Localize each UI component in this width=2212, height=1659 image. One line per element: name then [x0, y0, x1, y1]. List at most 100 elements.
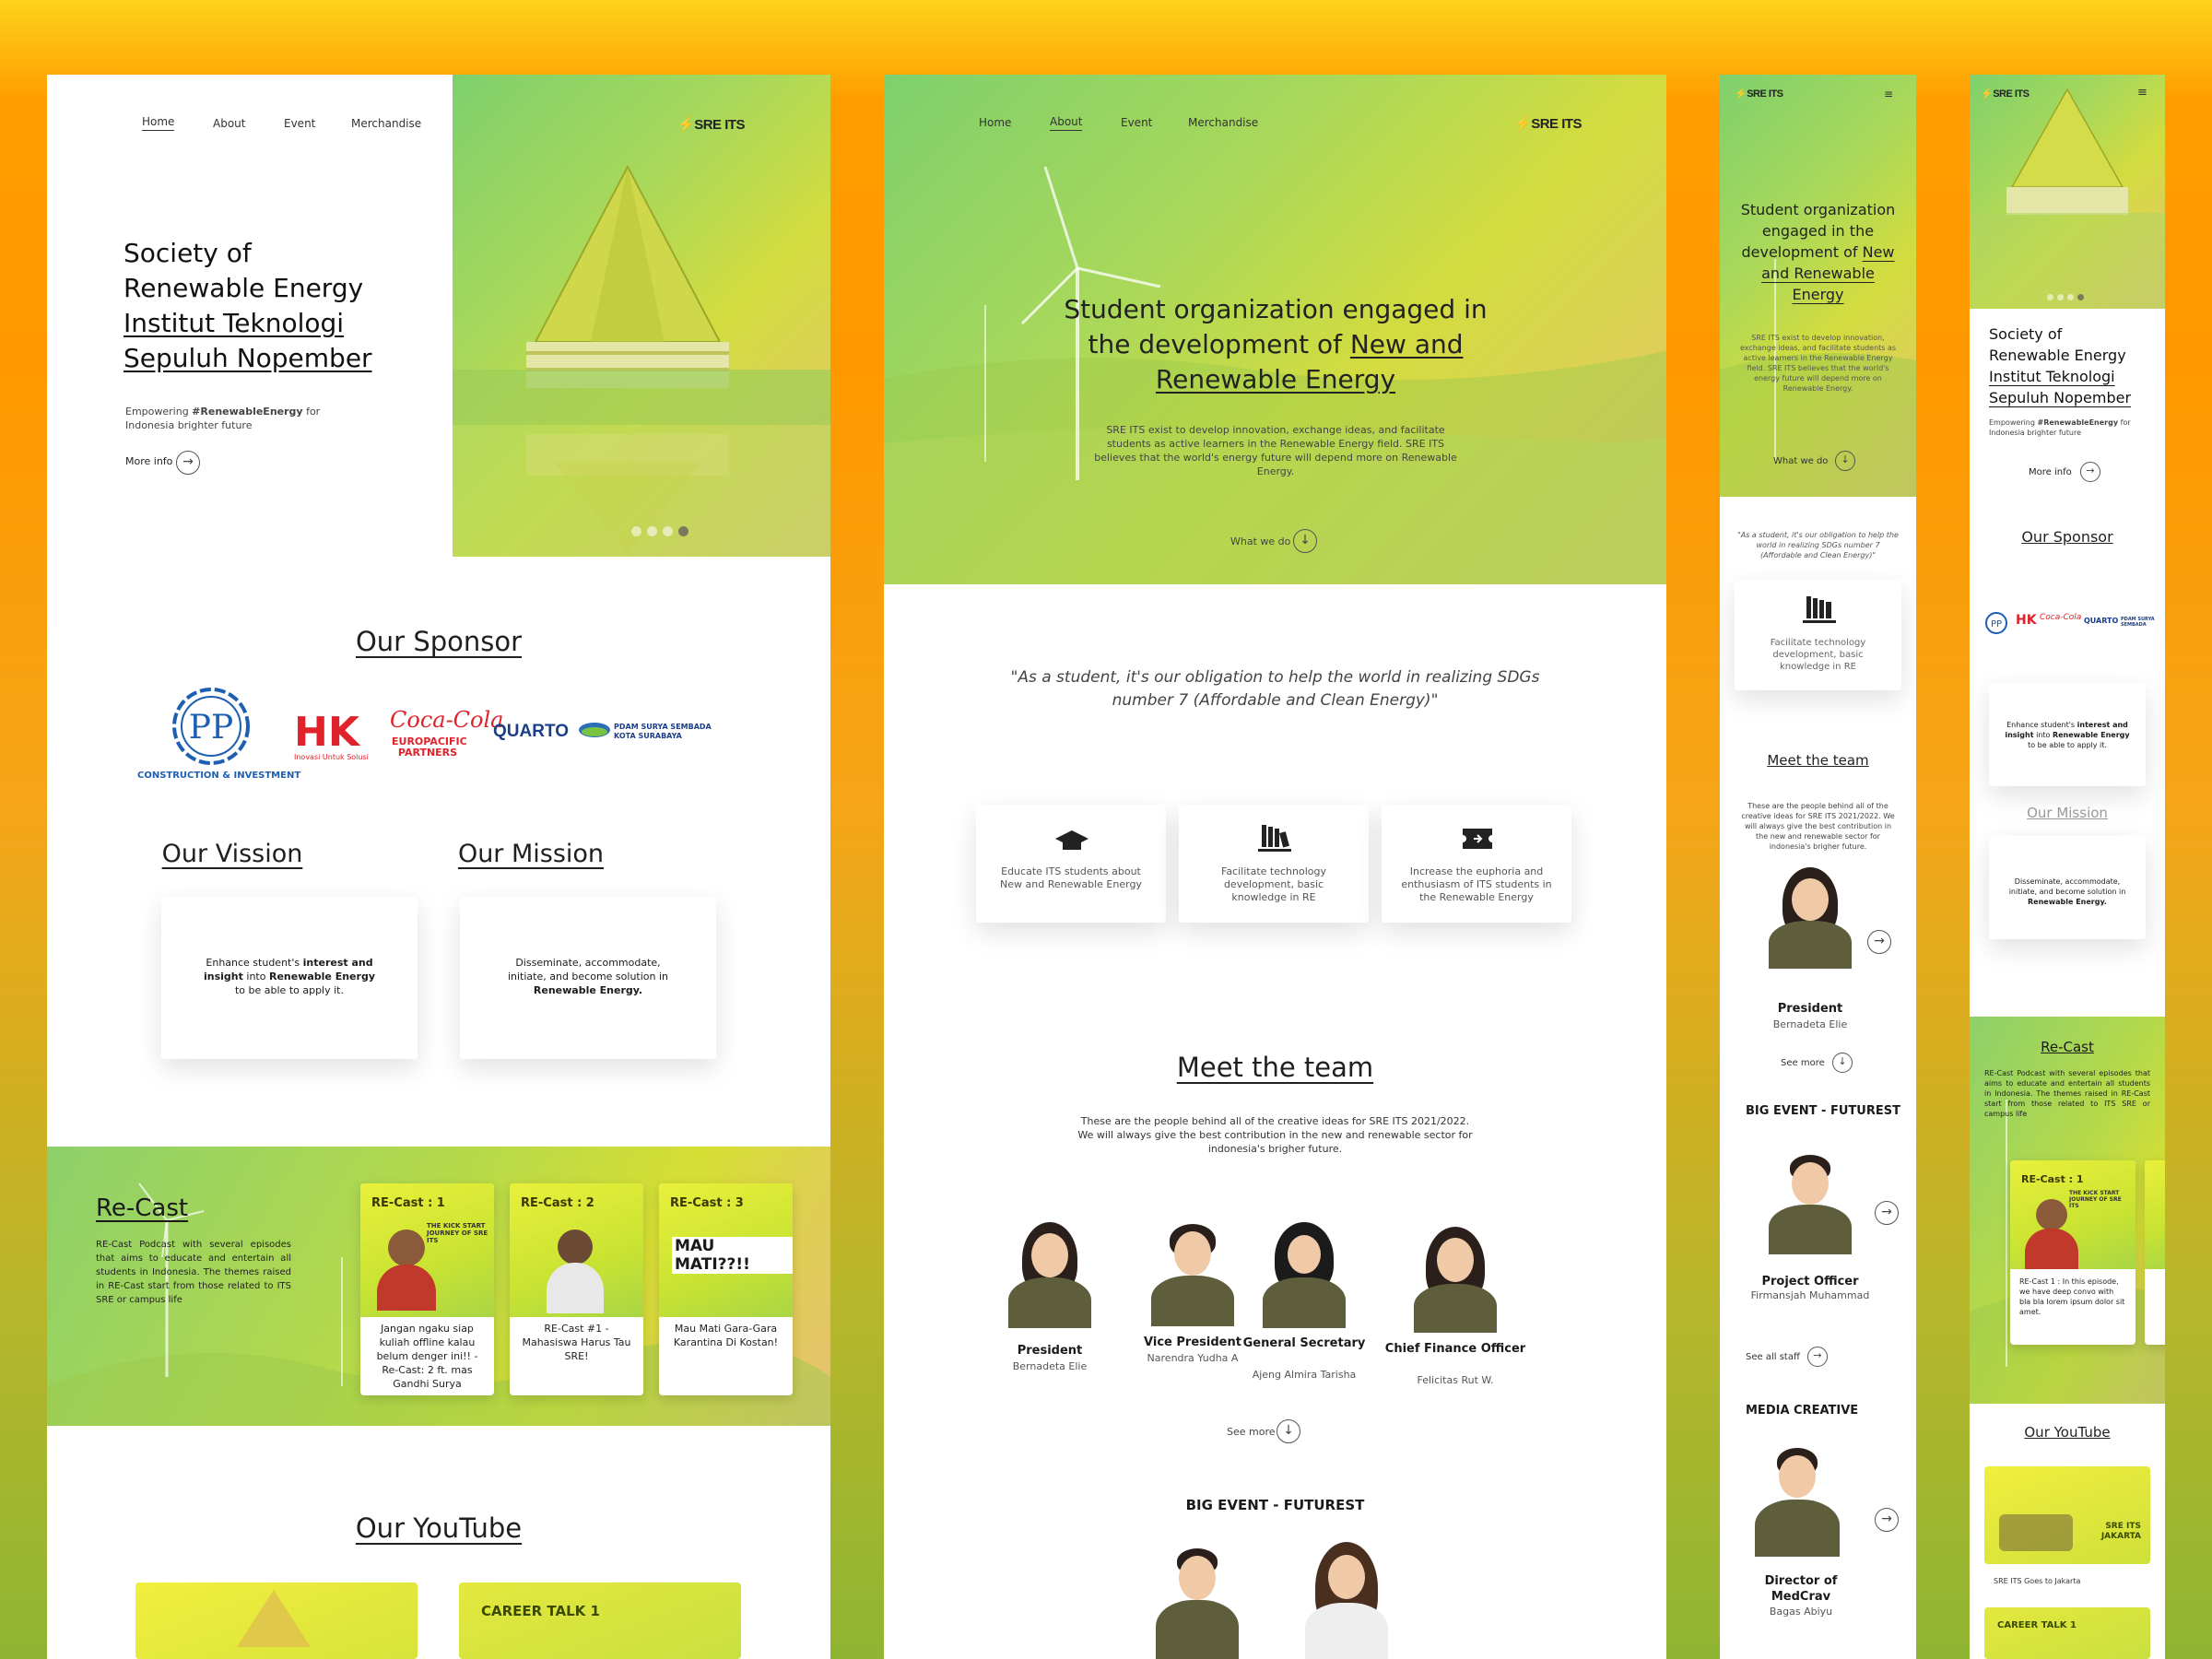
- recast-card-3-text: Mau Mati Gara-Gara Karantina Di Kostan!: [673, 1323, 779, 1348]
- carousel-dot-4-active[interactable]: [2077, 294, 2084, 300]
- mission-card: Disseminate, accommodate, initiate, and …: [460, 897, 716, 1059]
- arrow-right-icon[interactable]: →: [2080, 462, 2100, 482]
- mobile-youtube-caption: SRE ITS Goes to Jakarta: [1994, 1577, 2081, 1585]
- mobile-recast-title: Re-Cast: [2041, 1039, 2094, 1055]
- arrow-right-icon[interactable]: →: [1875, 1201, 1899, 1225]
- mobile-sponsor-title: Our Sponsor: [2021, 528, 2113, 546]
- nav-home[interactable]: Home: [979, 116, 1011, 129]
- mobile-about-headline: Student organization engaged in the deve…: [1740, 201, 1896, 303]
- mission-title: Our Mission: [457, 840, 605, 868]
- hk-logo: HK: [2016, 613, 2037, 628]
- career-talk-label: CAREER TALK 1: [481, 1603, 600, 1619]
- mobile-career-talk-label: CAREER TALK 1: [1997, 1620, 2077, 1630]
- recast-section: Re-Cast RE-Cast Podcast with several epi…: [47, 1147, 830, 1426]
- see-more-link[interactable]: See more: [1227, 1426, 1276, 1438]
- host-shirt: [377, 1265, 436, 1311]
- president-role: President: [1017, 1344, 1083, 1358]
- more-info-link[interactable]: More info: [125, 455, 172, 467]
- quarto-logo: QUARTO: [2084, 617, 2119, 625]
- hk-caption: Inovasi Untuk Solusi: [294, 753, 369, 761]
- feature-text-facilitate: Facilitate technology development, basic…: [1221, 865, 1326, 903]
- building-thumbnail-icon: [237, 1590, 311, 1647]
- carousel-dot-1[interactable]: [2047, 294, 2053, 300]
- vice-president-photo: [1147, 1222, 1239, 1328]
- carousel-dot-2[interactable]: [647, 526, 657, 536]
- general-secretary-name: Ajeng Almira Tarisha: [1252, 1369, 1357, 1381]
- recast-card-1-text: Jangan ngaku siap kuliah offline kalau b…: [376, 1323, 478, 1390]
- nav-event[interactable]: Event: [284, 117, 315, 130]
- nav-home[interactable]: Home: [142, 115, 175, 131]
- mobile-president-name: Bernadeta Elie: [1772, 1018, 1848, 1030]
- arrow-down-icon[interactable]: ↓: [1293, 529, 1317, 553]
- recast-card-1[interactable]: RE-Cast : 1 THE KICK START JOURNEY OF SR…: [360, 1183, 494, 1395]
- mobile-hero-subtitle: Empowering #RenewableEnergy for Indonesi…: [1989, 418, 2131, 437]
- arrow-right-icon[interactable]: →: [1875, 1508, 1899, 1532]
- vision-text: Enhance student's interest and insight i…: [204, 957, 375, 996]
- carousel-dot-4-active[interactable]: [678, 526, 688, 536]
- carousel-dot-3[interactable]: [2067, 294, 2074, 300]
- mobile-recast-card-1[interactable]: RE-Cast : 1 THE KICK START JOURNEY OF SR…: [2010, 1160, 2136, 1345]
- mobile-recast-card-2-peek[interactable]: [2145, 1160, 2165, 1345]
- mobile-mission-card: Disseminate, accommodate, initiate, and …: [1989, 836, 2146, 939]
- arrow-right-icon[interactable]: →: [176, 451, 200, 475]
- home-mobile-panel: ⚡SRE ITS ≡ Society of Renewable Energy I…: [1970, 75, 2165, 1659]
- recast-card-3[interactable]: RE-Cast : 3 MAU MATI??!! Mau Mati Gara-G…: [659, 1183, 793, 1395]
- youtube-video-2[interactable]: CAREER TALK 1: [459, 1583, 741, 1659]
- host-avatar: [388, 1230, 425, 1266]
- mobile-recast-card-label: RE-Cast : 1: [2021, 1173, 2084, 1185]
- recast-card-2[interactable]: RE-Cast : 2 RE-Cast #1 - Mahasiswa Harus…: [510, 1183, 643, 1395]
- carousel-dot-1[interactable]: [631, 526, 641, 536]
- youtube-video-1[interactable]: [135, 1583, 418, 1659]
- pp-logo: PP: [1985, 612, 2007, 634]
- carousel-dot-2[interactable]: [2057, 294, 2064, 300]
- svg-text:PP: PP: [189, 709, 233, 747]
- nav-event[interactable]: Event: [1121, 116, 1152, 129]
- cfo-role: Chief Finance Officer: [1384, 1342, 1526, 1356]
- mobile-vision-card: Enhance student's interest and insight i…: [1989, 683, 2146, 786]
- nav-about[interactable]: About: [1050, 115, 1083, 131]
- arrow-down-icon[interactable]: ↓: [1835, 451, 1855, 471]
- host-shirt: [2025, 1229, 2078, 1269]
- rektorat-building-illustration: [453, 164, 830, 557]
- arrow-right-icon[interactable]: →: [1867, 930, 1891, 954]
- mobile-see-more[interactable]: See more: [1781, 1058, 1825, 1068]
- nav-about[interactable]: About: [213, 117, 245, 130]
- svg-text:PP: PP: [1991, 619, 2002, 629]
- meet-team-title: Meet the team: [1176, 1052, 1374, 1083]
- team-description: These are the people behind all of the c…: [1077, 1115, 1473, 1155]
- about-description: SRE ITS exist to develop innovation, exc…: [1094, 424, 1457, 477]
- pdam-logo: PDAM SURYA SEMBADA: [2121, 617, 2155, 628]
- mission-text: Disseminate, accommodate, initiate, and …: [507, 957, 669, 996]
- pdam-wave-icon: [579, 723, 610, 737]
- mobile-mission-title: Our Mission: [2027, 805, 2108, 821]
- cfo-photo: [1409, 1227, 1501, 1333]
- hamburger-menu-icon[interactable]: ≡: [1884, 88, 1893, 100]
- mobile-recast-section: Re-Cast RE-Cast Podcast with several epi…: [1970, 1017, 2165, 1404]
- mobile-what-we-do[interactable]: What we do: [1773, 456, 1828, 466]
- arrow-right-icon[interactable]: →: [1807, 1347, 1828, 1367]
- about-mobile-panel: ⚡SRE ITS ≡ Student organization engaged …: [1720, 75, 1916, 1659]
- hero-title-line-4: Sepuluh Nopember: [124, 343, 372, 373]
- mobile-more-info[interactable]: More info: [2029, 467, 2072, 477]
- arrow-down-icon[interactable]: ↓: [1832, 1053, 1853, 1073]
- mobile-project-officer-role: Project Officer: [1761, 1275, 1859, 1288]
- brand-logo[interactable]: ⚡SRE ITS: [1514, 115, 1583, 132]
- mobile-youtube-video-2[interactable]: CAREER TALK 1: [1984, 1607, 2150, 1659]
- feature-text-euphoria: Increase the euphoria and enthusiasm of …: [1401, 865, 1552, 903]
- nav-merchandise[interactable]: Merchandise: [351, 117, 421, 130]
- mobile-youtube-video-1[interactable]: SRE ITS JAKARTA: [1984, 1466, 2150, 1564]
- jakarta-label: SRE ITS JAKARTA: [2100, 1522, 2141, 1541]
- mobile-quote: "As a student, it's our obligation to he…: [1737, 531, 1899, 559]
- brand-logo[interactable]: ⚡SRE ITS: [1981, 88, 2030, 100]
- nav-merchandise[interactable]: Merchandise: [1188, 116, 1258, 129]
- quarto-logo: QUARTO: [493, 722, 569, 741]
- cocacola-caption: EUROPACIFIC PARTNERS: [392, 735, 467, 759]
- mobile-see-all-staff[interactable]: See all staff: [1746, 1352, 1800, 1362]
- mobile-director-role: Director of MedCrav: [1764, 1574, 1838, 1604]
- carousel-dot-3[interactable]: [663, 526, 673, 536]
- what-we-do-link[interactable]: What we do: [1230, 535, 1290, 547]
- mobile-project-officer-photo: [1764, 1151, 1856, 1254]
- arrow-down-icon[interactable]: ↓: [1277, 1419, 1300, 1443]
- hamburger-menu-icon[interactable]: ≡: [2137, 86, 2147, 100]
- brand-logo[interactable]: ⚡SRE ITS: [1735, 88, 1783, 100]
